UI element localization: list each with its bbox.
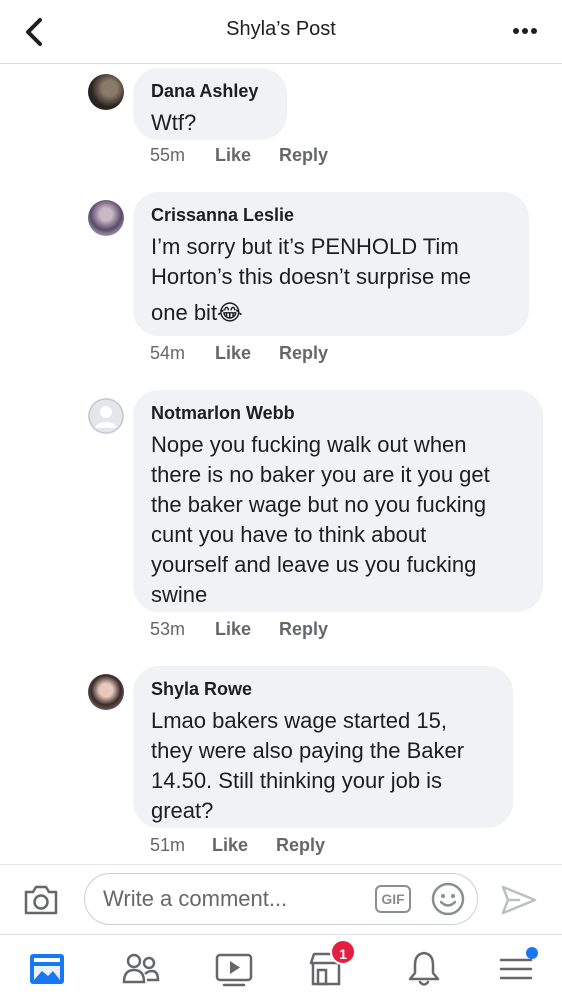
comment-time: 53m bbox=[150, 619, 186, 639]
reply-button[interactable]: Reply bbox=[279, 343, 328, 364]
comment-text-line: I’m sorry but it’s PENHOLD Tim bbox=[151, 234, 459, 259]
watch-icon[interactable] bbox=[214, 949, 254, 989]
comment-text-line: swine bbox=[151, 582, 208, 607]
like-button[interactable]: Like bbox=[215, 343, 279, 364]
comment-text-line: 14.50. Still thinking your job is bbox=[151, 768, 443, 793]
friends-icon[interactable] bbox=[121, 949, 161, 989]
like-button[interactable]: Like bbox=[215, 619, 279, 640]
comment-text: Wtf? bbox=[151, 110, 197, 135]
comment-text-line: great? bbox=[151, 798, 214, 823]
default-avatar-icon bbox=[88, 398, 124, 434]
avatar[interactable] bbox=[88, 200, 124, 236]
more-options-icon[interactable] bbox=[510, 16, 540, 46]
reply-button[interactable]: Reply bbox=[279, 619, 328, 640]
bottom-tab-bar: 1 bbox=[0, 934, 562, 1000]
comment-meta: 54m Like Reply bbox=[150, 343, 328, 364]
comment-time: 55m bbox=[150, 145, 186, 165]
comment-meta: 55m Like Reply bbox=[150, 145, 328, 166]
send-icon[interactable] bbox=[500, 883, 538, 917]
avatar[interactable] bbox=[88, 398, 124, 434]
comment-text-line: cunt you have to think about bbox=[151, 522, 427, 547]
camera-icon[interactable] bbox=[22, 883, 60, 917]
comment-bubble: Shyla Rowe Lmao bakers wage started 15, … bbox=[133, 666, 513, 828]
news-feed-icon[interactable] bbox=[27, 949, 67, 989]
comment-text-line: yourself and leave us you fucking bbox=[151, 552, 477, 577]
comment-text-line: there is no baker you are it you get bbox=[151, 462, 490, 487]
comment-meta: 53m Like Reply bbox=[150, 619, 328, 640]
emoji-icon[interactable] bbox=[431, 882, 465, 916]
comment-text-line: one bit😂 bbox=[151, 300, 243, 325]
comment-composer: GIF bbox=[0, 864, 562, 934]
comment-time: 54m bbox=[150, 343, 186, 363]
gif-button[interactable]: GIF bbox=[375, 885, 411, 913]
like-button[interactable]: Like bbox=[212, 835, 276, 856]
top-bar: Shyla’s Post bbox=[0, 0, 562, 64]
notifications-icon[interactable] bbox=[404, 949, 444, 989]
like-button[interactable]: Like bbox=[215, 145, 279, 166]
comment-meta: 51m Like Reply bbox=[150, 835, 325, 856]
menu-tab[interactable] bbox=[496, 947, 538, 989]
comment-text-line: Horton’s this doesn’t surprise me bbox=[151, 264, 471, 289]
comment-text-line: Nope you fucking walk out when bbox=[151, 432, 467, 457]
comment-input[interactable] bbox=[84, 873, 478, 925]
reply-button[interactable]: Reply bbox=[276, 835, 325, 856]
comment-author[interactable]: Crissanna Leslie bbox=[151, 204, 511, 226]
comment-bubble: Dana Ashley Wtf? bbox=[133, 68, 287, 140]
comment-text-line: Lmao bakers wage started 15, bbox=[151, 708, 447, 733]
comment-bubble: Crissanna Leslie I’m sorry but it’s PENH… bbox=[133, 192, 529, 336]
comment-author[interactable]: Shyla Rowe bbox=[151, 678, 495, 700]
page-title: Shyla’s Post bbox=[226, 18, 336, 40]
comment-time: 51m bbox=[150, 835, 186, 855]
avatar[interactable] bbox=[88, 74, 124, 110]
comment-author[interactable]: Dana Ashley bbox=[151, 80, 269, 102]
comment-text-line: they were also paying the Baker bbox=[151, 738, 465, 763]
notification-badge: 1 bbox=[330, 939, 356, 965]
comment-bubble: Notmarlon Webb Nope you fucking walk out… bbox=[133, 390, 543, 612]
marketplace-tab[interactable]: 1 bbox=[306, 939, 356, 989]
comment-author[interactable]: Notmarlon Webb bbox=[151, 402, 525, 424]
avatar[interactable] bbox=[88, 674, 124, 710]
reply-button[interactable]: Reply bbox=[279, 145, 328, 166]
comment-text-line: the baker wage but no you fucking bbox=[151, 492, 487, 517]
menu-update-dot bbox=[526, 947, 538, 959]
